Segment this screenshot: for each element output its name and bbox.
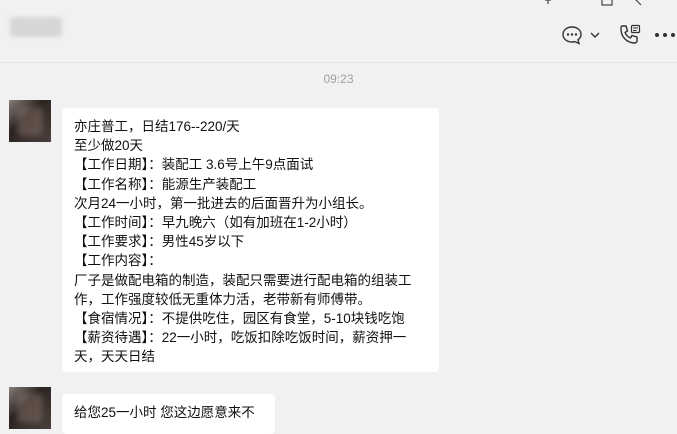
message-timestamp: 09:23 xyxy=(323,72,354,86)
message-line: 给您25一小时 您这边愿意来不 xyxy=(74,405,255,420)
message-line: 至少做20天 xyxy=(74,138,144,154)
message-line: 【薪资待遇】：22一小时，吃饭扣除吃饭时间，薪资押一 xyxy=(74,330,407,346)
message-line: 【工作要求】：男性45岁以下 xyxy=(74,234,245,250)
message-line: 【工作名称】：能源生产装配工 xyxy=(74,176,257,192)
avatar[interactable] xyxy=(9,100,51,142)
message-line: 天，天天日结 xyxy=(74,349,155,365)
message-bubble[interactable]: 亦庄普工，日结176--220/天 至少做20天 【工作日期】：装配工 3.6号… xyxy=(62,108,439,372)
chat-bubble-icon[interactable] xyxy=(561,24,583,46)
chevron-down-icon[interactable] xyxy=(589,29,601,41)
window-icon[interactable] xyxy=(600,0,614,6)
message-line: 【工作时间】：早九晚六（如有加班在1-2小时） xyxy=(74,215,357,231)
phone-call-icon[interactable] xyxy=(617,23,641,47)
message-line: 【食宿情况】：不提供吃住，园区有食堂，5-10块钱吃饱 xyxy=(74,311,405,327)
message-line: 次月24一小时，第一批进去的后面晋升为小组长。 xyxy=(74,195,373,211)
message-line: 【工作日期】：装配工 3.6号上午9点面试 xyxy=(74,157,314,173)
chat-title-blurred xyxy=(10,17,62,37)
message-line: 厂子是做配电箱的制造，装配只需要进行配电箱的组装工 xyxy=(74,272,412,288)
message-bubble[interactable]: 给您25一小时 您这边愿意来不 xyxy=(62,394,275,434)
avatar[interactable] xyxy=(9,387,51,429)
close-icon[interactable] xyxy=(630,0,644,8)
message-line: 作，工作强度较低无重体力活，老带新有师傅带。 xyxy=(74,291,371,307)
message-line: 【工作内容】： xyxy=(74,253,162,269)
more-icon[interactable] xyxy=(654,30,676,40)
chat-header xyxy=(0,0,677,63)
pin-icon[interactable] xyxy=(541,0,555,8)
message-line: 亦庄普工，日结176--220/天 xyxy=(74,119,240,134)
